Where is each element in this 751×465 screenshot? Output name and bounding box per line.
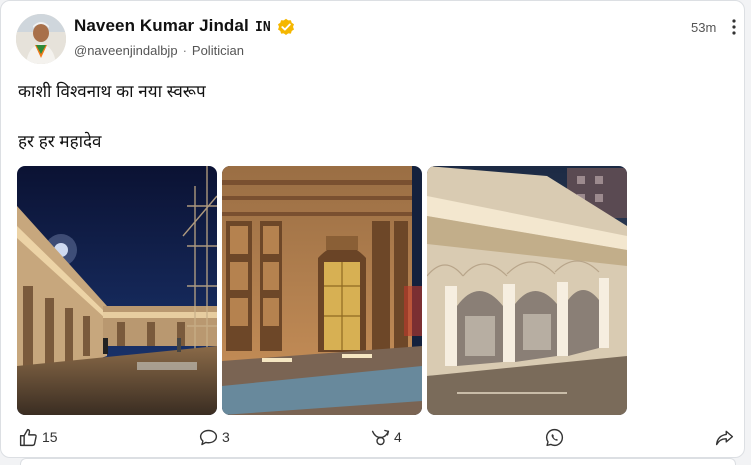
- author-meta: @naveenjindalbjp · Politician: [74, 43, 244, 58]
- post-text-line2: हर हर महादेव: [18, 132, 102, 151]
- like-count: 15: [42, 429, 58, 445]
- author-role: Politician: [191, 43, 244, 58]
- share-button[interactable]: [714, 425, 735, 449]
- author-handle[interactable]: @naveenjindalbjp: [74, 43, 178, 58]
- post-timestamp: 53m: [691, 20, 717, 35]
- comment-icon: [199, 429, 218, 445]
- comment-count: 3: [222, 429, 230, 445]
- post-image-2[interactable]: [222, 166, 422, 415]
- next-card-edge: [20, 458, 736, 465]
- share-icon: [715, 430, 734, 445]
- more-options-icon[interactable]: [727, 17, 741, 37]
- comment-button[interactable]: 3: [198, 425, 230, 449]
- repost-icon: [371, 429, 390, 445]
- repost-count: 4: [394, 429, 402, 445]
- avatar[interactable]: [16, 14, 66, 64]
- author-name[interactable]: Naveen Kumar Jindal: [74, 16, 249, 36]
- repost-button[interactable]: 4: [370, 425, 402, 449]
- post-image-1[interactable]: [17, 166, 217, 415]
- whatsapp-icon: [545, 428, 564, 446]
- thumbs-up-icon: [19, 428, 37, 446]
- verified-badge-icon: [278, 18, 294, 35]
- post-image-3[interactable]: [427, 166, 627, 415]
- country-badge: IN: [255, 20, 271, 35]
- post-card: Naveen Kumar Jindal IN @naveenjindalbjp ·…: [0, 0, 745, 458]
- separator-dot: ·: [182, 43, 187, 58]
- action-bar: 15 3 4: [1, 425, 746, 449]
- like-button[interactable]: 15: [18, 425, 58, 449]
- whatsapp-share-button[interactable]: [544, 425, 565, 449]
- post-text-line1: काशी विश्वनाथ का नया स्वरूप: [18, 82, 206, 101]
